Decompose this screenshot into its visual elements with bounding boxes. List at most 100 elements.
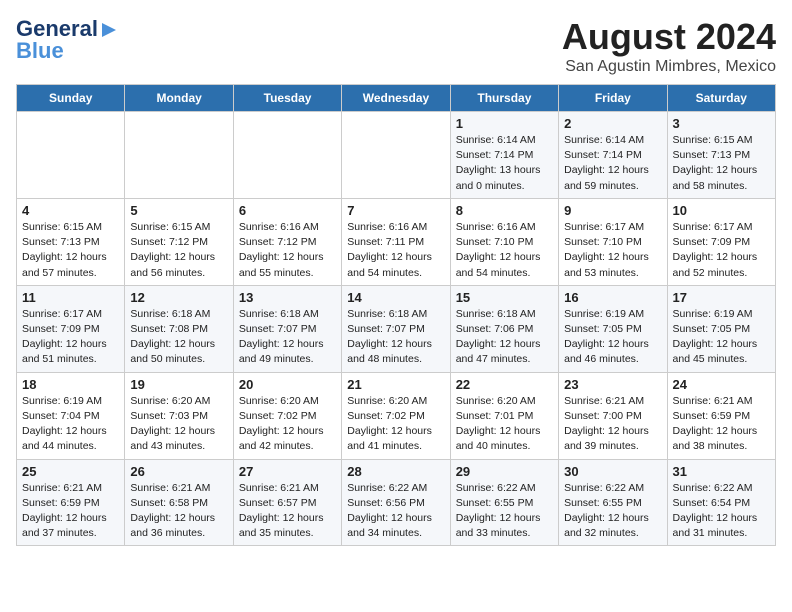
day-info: Sunrise: 6:17 AM Sunset: 7:10 PM Dayligh…: [564, 220, 661, 281]
day-number: 14: [347, 290, 444, 305]
calendar-cell: [125, 112, 233, 199]
day-info: Sunrise: 6:22 AM Sunset: 6:56 PM Dayligh…: [347, 481, 444, 542]
day-number: 2: [564, 116, 661, 131]
calendar-header-row: SundayMondayTuesdayWednesdayThursdayFrid…: [17, 85, 776, 112]
day-info: Sunrise: 6:18 AM Sunset: 7:06 PM Dayligh…: [456, 307, 553, 368]
calendar-cell: 20 Sunrise: 6:20 AM Sunset: 7:02 PM Dayli…: [233, 372, 341, 459]
calendar-cell: 21Sunrise: 6:20 AM Sunset: 7:02 PM Dayli…: [342, 372, 450, 459]
day-info: Sunrise: 6:21 AM Sunset: 6:59 PM Dayligh…: [22, 481, 119, 542]
day-number: 22: [456, 377, 553, 392]
day-info: Sunrise: 6:20 AM Sunset: 7:02 PM Dayligh…: [239, 394, 336, 455]
day-number: 24: [673, 377, 770, 392]
day-info: Sunrise: 6:16 AM Sunset: 7:12 PM Dayligh…: [239, 220, 336, 281]
calendar-week-4: 18Sunrise: 6:19 AM Sunset: 7:04 PM Dayli…: [17, 372, 776, 459]
day-number: 17: [673, 290, 770, 305]
day-info: Sunrise: 6:19 AM Sunset: 7:04 PM Dayligh…: [22, 394, 119, 455]
day-info: Sunrise: 6:17 AM Sunset: 7:09 PM Dayligh…: [22, 307, 119, 368]
calendar-cell: 8 Sunrise: 6:16 AM Sunset: 7:10 PM Daylig…: [450, 198, 558, 285]
calendar-cell: 10 Sunrise: 6:17 AM Sunset: 7:09 PM Dayli…: [667, 198, 775, 285]
calendar-cell: 3 Sunrise: 6:15 AM Sunset: 7:13 PM Daylig…: [667, 112, 775, 199]
day-number: 4: [22, 203, 119, 218]
day-info: Sunrise: 6:21 AM Sunset: 6:57 PM Dayligh…: [239, 481, 336, 542]
day-number: 9: [564, 203, 661, 218]
day-info: Sunrise: 6:16 AM Sunset: 7:10 PM Dayligh…: [456, 220, 553, 281]
weekday-header-monday: Monday: [125, 85, 233, 112]
day-number: 12: [130, 290, 227, 305]
calendar-cell: 25 Sunrise: 6:21 AM Sunset: 6:59 PM Dayli…: [17, 459, 125, 546]
calendar-week-2: 4Sunrise: 6:15 AM Sunset: 7:13 PM Daylig…: [17, 198, 776, 285]
day-info: Sunrise: 6:15 AM Sunset: 7:13 PM Dayligh…: [673, 133, 770, 194]
day-number: 5: [130, 203, 227, 218]
day-number: 1: [456, 116, 553, 131]
day-info: Sunrise: 6:22 AM Sunset: 6:55 PM Dayligh…: [456, 481, 553, 542]
calendar-subtitle: San Agustin Mimbres, Mexico: [562, 58, 776, 76]
logo-arrow-icon: [100, 21, 118, 39]
calendar-cell: 23Sunrise: 6:21 AM Sunset: 7:00 PM Dayli…: [559, 372, 667, 459]
calendar-cell: 24Sunrise: 6:21 AM Sunset: 6:59 PM Dayli…: [667, 372, 775, 459]
day-info: Sunrise: 6:22 AM Sunset: 6:54 PM Dayligh…: [673, 481, 770, 542]
day-number: 26: [130, 464, 227, 479]
day-number: 28: [347, 464, 444, 479]
calendar-cell: 1Sunrise: 6:14 AM Sunset: 7:14 PM Daylig…: [450, 112, 558, 199]
day-number: 29: [456, 464, 553, 479]
calendar-cell: [17, 112, 125, 199]
day-info: Sunrise: 6:19 AM Sunset: 7:05 PM Dayligh…: [673, 307, 770, 368]
day-number: 20: [239, 377, 336, 392]
day-number: 3: [673, 116, 770, 131]
day-number: 16: [564, 290, 661, 305]
calendar-week-5: 25 Sunrise: 6:21 AM Sunset: 6:59 PM Dayli…: [17, 459, 776, 546]
day-number: 31: [673, 464, 770, 479]
calendar-cell: 12 Sunrise: 6:18 AM Sunset: 7:08 PM Dayli…: [125, 285, 233, 372]
day-number: 13: [239, 290, 336, 305]
calendar-cell: 26 Sunrise: 6:21 AM Sunset: 6:58 PM Dayli…: [125, 459, 233, 546]
calendar-cell: 11 Sunrise: 6:17 AM Sunset: 7:09 PM Dayli…: [17, 285, 125, 372]
day-number: 27: [239, 464, 336, 479]
day-number: 30: [564, 464, 661, 479]
calendar-week-1: 1 Sunrise: 6:14 AM Sunset: 7:14 PM Daylig…: [17, 112, 776, 199]
calendar-cell: 9 Sunrise: 6:17 AM Sunset: 7:10 PM Daylig…: [559, 198, 667, 285]
calendar-cell: 13 Sunrise: 6:18 AM Sunset: 7:07 PM Dayli…: [233, 285, 341, 372]
day-number: 15: [456, 290, 553, 305]
day-info: Sunrise: 6:22 AM Sunset: 6:55 PM Dayligh…: [564, 481, 661, 542]
day-info: Sunrise: 6:16 AM Sunset: 7:11 PM Dayligh…: [347, 220, 444, 281]
day-number: 25: [22, 464, 119, 479]
page-header: General Blue August 2024 San Agustin Mim…: [16, 16, 776, 76]
calendar-cell: 22 Sunrise: 6:20 AM Sunset: 7:01 PM Dayli…: [450, 372, 558, 459]
calendar-cell: 15 Sunrise: 6:18 AM Sunset: 7:06 PM Dayli…: [450, 285, 558, 372]
calendar-cell: 17 Sunrise: 6:19 AM Sunset: 7:05 PM Dayli…: [667, 285, 775, 372]
calendar-table: SundayMondayTuesdayWednesdayThursdayFrid…: [16, 84, 776, 546]
day-number: 6: [239, 203, 336, 218]
day-info: Sunrise: 6:20 AM Sunset: 7:01 PM Dayligh…: [456, 394, 553, 455]
day-info: Sunrise: 6:14 AM Sunset: 7:14 PM Dayligh…: [564, 133, 661, 194]
calendar-cell: 6 Sunrise: 6:16 AM Sunset: 7:12 PM Daylig…: [233, 198, 341, 285]
calendar-cell: 19 Sunrise: 6:20 AM Sunset: 7:03 PM Dayli…: [125, 372, 233, 459]
logo: General Blue: [16, 16, 118, 64]
calendar-cell: [342, 112, 450, 199]
day-info: Sunrise: 6:17 AM Sunset: 7:09 PM Dayligh…: [673, 220, 770, 281]
day-number: 19: [130, 377, 227, 392]
weekday-header-tuesday: Tuesday: [233, 85, 341, 112]
calendar-cell: 7 Sunrise: 6:16 AM Sunset: 7:11 PM Daylig…: [342, 198, 450, 285]
day-info: Sunrise: 6:20 AM Sunset: 7:03 PM Dayligh…: [130, 394, 227, 455]
calendar-title: August 2024: [562, 16, 776, 58]
day-info: Sunrise: 6:18 AM Sunset: 7:08 PM Dayligh…: [130, 307, 227, 368]
weekday-header-thursday: Thursday: [450, 85, 558, 112]
day-info: Sunrise: 6:18 AM Sunset: 7:07 PM Dayligh…: [239, 307, 336, 368]
weekday-header-sunday: Sunday: [17, 85, 125, 112]
day-info: Sunrise: 6:19 AM Sunset: 7:05 PM Dayligh…: [564, 307, 661, 368]
day-number: 8: [456, 203, 553, 218]
calendar-cell: 28 Sunrise: 6:22 AM Sunset: 6:56 PM Dayli…: [342, 459, 450, 546]
calendar-cell: 5Sunrise: 6:15 AM Sunset: 7:12 PM Daylig…: [125, 198, 233, 285]
title-block: August 2024 San Agustin Mimbres, Mexico: [562, 16, 776, 76]
day-number: 11: [22, 290, 119, 305]
calendar-cell: [233, 112, 341, 199]
calendar-cell: 30 Sunrise: 6:22 AM Sunset: 6:55 PM Dayli…: [559, 459, 667, 546]
calendar-cell: 18Sunrise: 6:19 AM Sunset: 7:04 PM Dayli…: [17, 372, 125, 459]
weekday-header-saturday: Saturday: [667, 85, 775, 112]
day-info: Sunrise: 6:21 AM Sunset: 6:58 PM Dayligh…: [130, 481, 227, 542]
calendar-cell: 27 Sunrise: 6:21 AM Sunset: 6:57 PM Dayli…: [233, 459, 341, 546]
calendar-cell: 16 Sunrise: 6:19 AM Sunset: 7:05 PM Dayli…: [559, 285, 667, 372]
day-number: 7: [347, 203, 444, 218]
calendar-cell: 31 Sunrise: 6:22 AM Sunset: 6:54 PM Dayli…: [667, 459, 775, 546]
day-number: 10: [673, 203, 770, 218]
